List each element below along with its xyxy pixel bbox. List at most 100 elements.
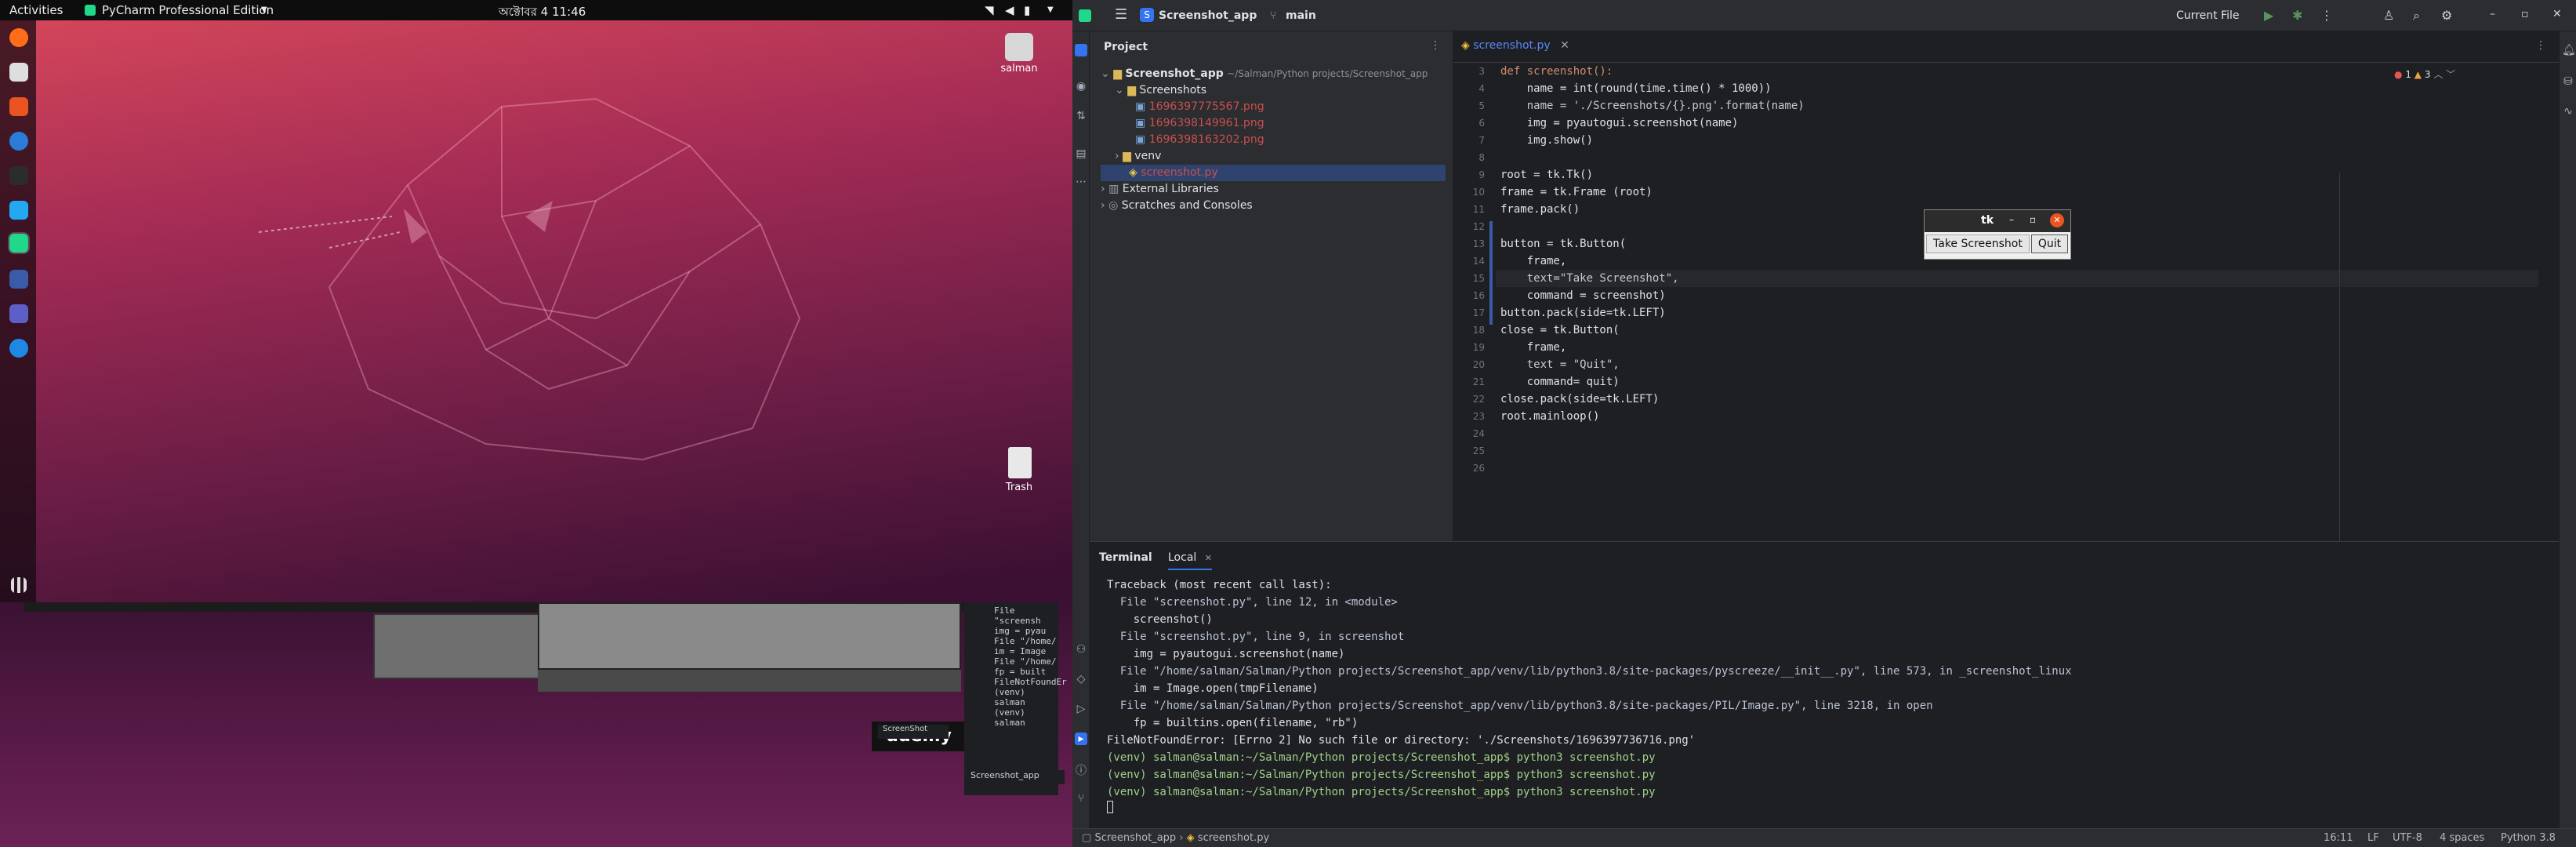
close-tab-icon[interactable]: ✕ <box>1560 39 1569 52</box>
debug-icon[interactable]: ✱ <box>2292 8 2302 23</box>
vscode-icon[interactable] <box>9 201 28 220</box>
code-line[interactable]: frame = tk.Frame (root) <box>1500 184 2520 201</box>
project-tool-icon[interactable] <box>1075 44 1087 56</box>
code-line[interactable]: root.mainloop() <box>1500 408 2520 425</box>
terminal-icon[interactable] <box>9 166 28 185</box>
code-line[interactable] <box>1500 149 2520 166</box>
notifications-icon[interactable]: 🔔︎ <box>2562 44 2576 56</box>
account-icon[interactable]: ♙ <box>2383 8 2394 23</box>
more-actions-icon[interactable]: ⋮ <box>2320 8 2333 23</box>
code-editor[interactable]: ◈ screenshot.py ✕ ⋮ ● 1 ▲ 3 ︿ ﹀ 34567891… <box>1453 31 2559 541</box>
code-line[interactable]: name = int(round(time.time() * 1000)) <box>1500 80 2520 97</box>
background-tab[interactable]: Screenshot_app <box>971 770 1065 784</box>
home-folder-icon[interactable] <box>1005 33 1033 61</box>
app-menu[interactable]: PyCharm Professional Edition <box>102 3 274 17</box>
git-tool-icon[interactable]: ⑂ <box>1075 792 1087 805</box>
services-icon[interactable]: ◇ <box>1075 673 1087 685</box>
status-breadcrumb[interactable]: ▢ Screenshot_app › ◈ screenshot.py <box>1082 832 1269 844</box>
tk-close-icon[interactable]: ✕ <box>2050 213 2064 227</box>
tree-item-venv[interactable]: › ▆ venv <box>1101 148 1446 165</box>
maximize-icon[interactable]: ▫ <box>2521 8 2529 20</box>
code-line[interactable]: img.show() <box>1500 132 2520 149</box>
code-line[interactable]: text="Take Screenshot", <box>1500 270 2520 287</box>
search-icon[interactable]: ⌕ <box>2413 8 2420 24</box>
code-line[interactable]: name = './Screenshots/{}.png'.format(nam… <box>1500 97 2520 115</box>
close-terminal-tab-icon[interactable]: ✕ <box>1205 553 1212 563</box>
battery-icon[interactable]: ▮ <box>1024 3 1030 17</box>
caret-position[interactable]: 16:11 <box>2324 832 2353 844</box>
code-line[interactable]: command= quit) <box>1500 373 2520 391</box>
firefox-icon[interactable] <box>9 28 28 47</box>
python-packages-icon[interactable]: ⚇ <box>1075 643 1087 656</box>
tree-item-file[interactable]: ▣ 1696398163202.png <box>1101 132 1446 148</box>
files-icon[interactable] <box>9 63 28 82</box>
tree-item-script[interactable]: ◈ screenshot.py <box>1101 165 1446 181</box>
main-menu-icon[interactable]: ☰ <box>1115 6 1127 23</box>
tree-item-external-libraries[interactable]: › ▥ External Libraries <box>1101 181 1446 198</box>
terminal-tab-local[interactable]: Local ✕ <box>1168 551 1212 570</box>
teams-icon[interactable] <box>9 304 28 323</box>
code-line[interactable]: root = tk.Tk() <box>1500 166 2520 184</box>
quit-button[interactable]: Quit <box>2030 234 2069 253</box>
tab-options-icon[interactable]: ⋮ <box>2535 39 2546 52</box>
project-switcher[interactable]: Screenshot_app <box>1159 9 1257 22</box>
python-interpreter[interactable]: Python 3.8 <box>2501 832 2556 844</box>
code-line[interactable]: close.pack(side=tk.LEFT) <box>1500 391 2520 408</box>
pull-requests-icon[interactable]: ⇅ <box>1075 110 1087 122</box>
tree-item-file[interactable]: ▣ 1696397775567.png <box>1101 99 1446 115</box>
code-line[interactable]: frame, <box>1500 339 2520 356</box>
branch-switcher[interactable]: main <box>1286 9 1316 22</box>
problems-icon[interactable]: ⓘ <box>1075 762 1087 777</box>
close-window-icon[interactable]: ✕ <box>2552 8 2562 20</box>
system-menu-arrow-icon[interactable]: ▼ <box>1047 5 1054 14</box>
browser-icon[interactable] <box>9 339 28 358</box>
code-area[interactable]: def screenshot(): name = int(round(time.… <box>1500 63 2520 477</box>
volume-icon[interactable]: ◀ <box>1005 3 1014 17</box>
code-line[interactable]: def screenshot(): <box>1500 63 2520 80</box>
more-tools-icon[interactable]: ⋯ <box>1075 176 1087 188</box>
show-apps-icon[interactable] <box>11 577 27 593</box>
commit-tool-icon[interactable]: ◉ <box>1075 80 1087 93</box>
tree-item-scratches[interactable]: › ◎ Scratches and Consoles <box>1101 198 1446 214</box>
tree-item-root[interactable]: ⌄ ▆ Screenshot_app ~/Salman/Python proje… <box>1101 66 1446 82</box>
background-tab[interactable]: ScreenShot <box>878 725 949 739</box>
database-icon[interactable]: ⛁ <box>2562 75 2574 88</box>
trash-icon[interactable] <box>1008 447 1032 478</box>
tk-titlebar[interactable]: tk – ▫ ✕ <box>1925 210 2070 232</box>
minimize-icon[interactable]: – <box>2490 8 2495 20</box>
scientific-mode-icon[interactable]: ∿ <box>2562 105 2574 118</box>
run-tool-icon[interactable]: ▷ <box>1075 703 1087 715</box>
code-line[interactable]: close = tk.Button( <box>1500 322 2520 339</box>
take-screenshot-button[interactable]: Take Screenshot <box>1926 234 2030 253</box>
tk-window[interactable]: tk – ▫ ✕ Take Screenshot Quit <box>1924 209 2071 260</box>
code-line[interactable]: button.pack(side=tk.LEFT) <box>1500 304 2520 322</box>
run-config-selector[interactable]: Current File <box>2176 9 2239 22</box>
code-line[interactable] <box>1500 442 2520 460</box>
code-line[interactable]: command = screenshot) <box>1500 287 2520 304</box>
code-line[interactable] <box>1500 425 2520 442</box>
terminal-output[interactable]: Traceback (most recent call last): File … <box>1107 576 2549 801</box>
project-panel-title[interactable]: Project <box>1104 41 1148 53</box>
activities-button[interactable]: Activities <box>9 3 63 17</box>
line-separator[interactable]: LF <box>2367 832 2379 844</box>
panel-options-icon[interactable]: ⋮ <box>1430 39 1441 52</box>
settings-gear-icon[interactable]: ⚙ <box>2441 8 2452 23</box>
tk-maximize-icon[interactable]: ▫ <box>2030 214 2036 225</box>
pycharm-dock-icon[interactable] <box>8 232 30 254</box>
run-icon[interactable]: ▶ <box>2264 8 2273 23</box>
tree-item-screenshots[interactable]: ⌄ ▆ Screenshots <box>1101 82 1446 99</box>
code-line[interactable] <box>1500 460 2520 477</box>
file-encoding[interactable]: UTF-8 <box>2393 832 2422 844</box>
indent-setting[interactable]: 4 spaces <box>2440 832 2484 844</box>
tk-minimize-icon[interactable]: – <box>2009 214 2014 225</box>
background-window[interactable] <box>538 602 961 670</box>
help-icon[interactable] <box>9 132 28 151</box>
terminal-tool-icon[interactable]: ▸ <box>1075 732 1087 745</box>
software-icon[interactable] <box>9 97 28 116</box>
background-window[interactable] <box>373 613 546 679</box>
wifi-icon[interactable]: ◥ <box>985 3 994 17</box>
code-line[interactable]: img = pyautogui.screenshot(name) <box>1500 115 2520 132</box>
app-icon[interactable] <box>9 270 28 289</box>
tree-item-file[interactable]: ▣ 1696398149961.png <box>1101 115 1446 132</box>
editor-tab-screenshot-py[interactable]: ◈ screenshot.py ✕ <box>1461 39 1569 52</box>
